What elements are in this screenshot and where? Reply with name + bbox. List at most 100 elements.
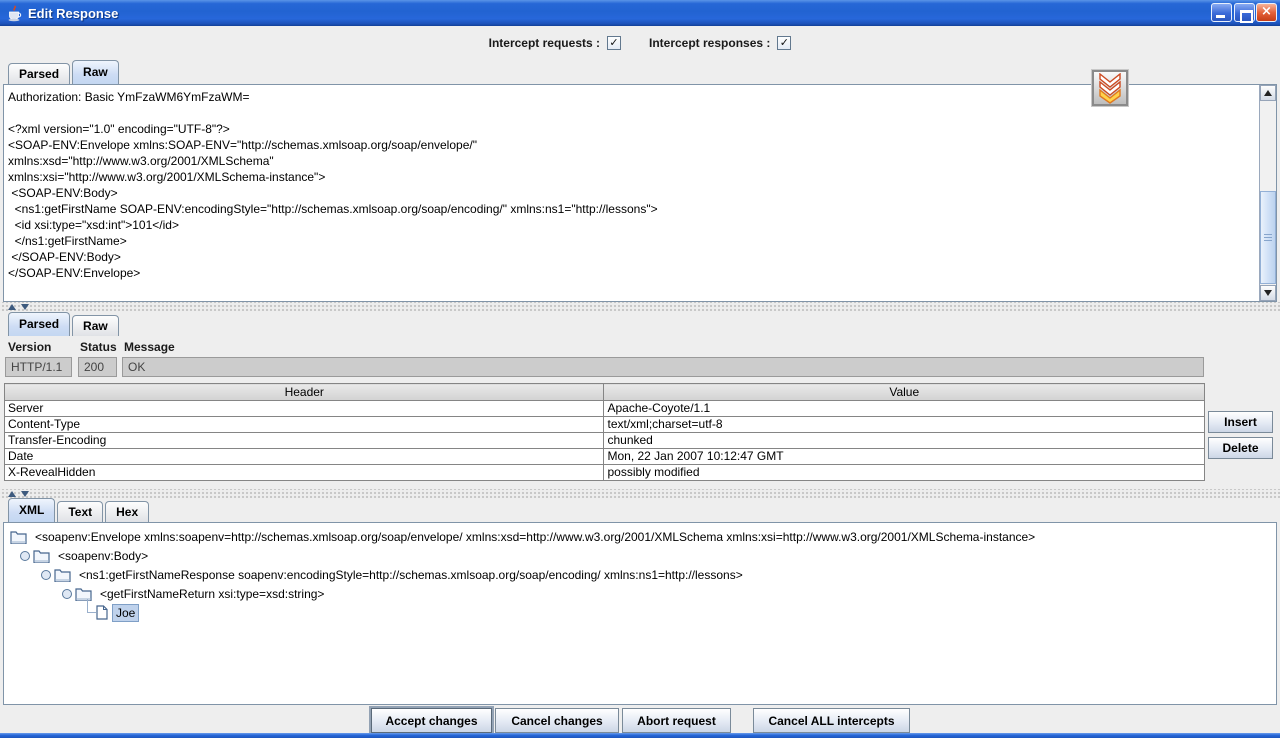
scroll-up-icon[interactable]	[1260, 85, 1276, 101]
table-row: Server Apache-Coyote/1.1	[5, 401, 1205, 417]
raw-line: <SOAP-ENV:Envelope xmlns:SOAP-ENV="http:…	[8, 137, 1258, 153]
folder-icon	[33, 549, 50, 563]
raw-request-textarea[interactable]: Authorization: Basic YmFzaWM6YmFzaWM= <?…	[4, 85, 1258, 301]
raw-line: <?xml version="1.0" encoding="UTF-8"?>	[8, 121, 1258, 137]
scrollbar-thumb[interactable]	[1260, 191, 1276, 284]
tab-response-raw[interactable]: Raw	[72, 315, 119, 336]
collapse-down-icon[interactable]	[21, 304, 29, 310]
request-raw-panel: Authorization: Basic YmFzaWM6YmFzaWM= <?…	[3, 84, 1277, 302]
status-field: 200	[78, 357, 117, 377]
response-tab-bar: Parsed Raw	[0, 312, 1280, 336]
accept-changes-button[interactable]: Accept changes	[371, 708, 492, 733]
insert-button[interactable]: Insert	[1208, 411, 1273, 433]
collapse-up-icon[interactable]	[8, 491, 16, 497]
value-cell[interactable]: Mon, 22 Jan 2007 10:12:47 GMT	[604, 449, 1205, 465]
intercept-responses-label: Intercept responses :	[649, 36, 770, 50]
vertical-scrollbar[interactable]	[1259, 85, 1276, 301]
value-cell[interactable]: Apache-Coyote/1.1	[604, 401, 1205, 417]
headers-table: Header Value Server Apache-Coyote/1.1 Co…	[4, 383, 1205, 481]
intercept-requests-checkbox[interactable]: ✓	[607, 36, 621, 50]
tab-request-raw[interactable]: Raw	[72, 60, 119, 84]
header-cell[interactable]: Server	[5, 401, 604, 417]
minimize-button[interactable]	[1211, 3, 1232, 22]
triple-chevron-icon	[1098, 73, 1122, 104]
split-divider[interactable]	[0, 302, 1280, 311]
raw-line: <ns1:getFirstName SOAP-ENV:encodingStyle…	[8, 201, 1258, 217]
raw-line: xmlns:xsi="http://www.w3.org/2001/XMLSch…	[8, 169, 1258, 185]
tree-connector	[80, 603, 96, 622]
checkmark-icon: ✓	[780, 37, 789, 49]
scroll-down-icon[interactable]	[1260, 285, 1276, 301]
restore-button[interactable]	[1234, 3, 1255, 22]
header-cell[interactable]: Content-Type	[5, 417, 604, 433]
split-divider[interactable]	[0, 489, 1280, 498]
tree-node-label[interactable]: <soapenv:Body>	[54, 547, 152, 565]
intercept-requests-label: Intercept requests :	[489, 36, 600, 50]
raw-line	[8, 105, 1258, 121]
version-field: HTTP/1.1	[5, 357, 72, 377]
tree-node-label[interactable]: <ns1:getFirstNameResponse soapenv:encodi…	[75, 566, 747, 584]
document-icon	[96, 605, 108, 620]
cancel-changes-button[interactable]: Cancel changes	[495, 708, 619, 733]
collapse-up-icon[interactable]	[8, 304, 16, 310]
tree-expand-handle[interactable]	[38, 565, 54, 584]
tree-node-label[interactable]: <soapenv:Envelope xmlns:soapenv=http://s…	[31, 528, 1039, 546]
tab-text[interactable]: Text	[57, 501, 103, 522]
intercept-toolbar: Intercept requests : ✓ Intercept respons…	[0, 33, 1280, 53]
abort-request-button[interactable]: Abort request	[622, 708, 731, 733]
header-cell[interactable]: Date	[5, 449, 604, 465]
value-cell[interactable]: text/xml;charset=utf-8	[604, 417, 1205, 433]
tree-row: <soapenv:Body>	[4, 546, 1276, 565]
tree-row: <ns1:getFirstNameResponse soapenv:encodi…	[4, 565, 1276, 584]
column-header[interactable]: Value	[604, 384, 1205, 401]
raw-line: </SOAP-ENV:Envelope>	[8, 265, 1258, 281]
tab-hex[interactable]: Hex	[105, 501, 149, 522]
value-cell[interactable]: possibly modified	[604, 465, 1205, 481]
status-label: Status	[80, 340, 117, 354]
tree-node-label[interactable]: <getFirstNameReturn xsi:type=xsd:string>	[96, 585, 328, 603]
tree-row: <soapenv:Envelope xmlns:soapenv=http://s…	[4, 527, 1276, 546]
webscarab-intercept-icon[interactable]	[1092, 70, 1128, 106]
window-bottom-border	[0, 733, 1280, 738]
close-button[interactable]: ×	[1256, 3, 1277, 22]
java-cup-icon	[6, 5, 23, 22]
tab-response-parsed[interactable]: Parsed	[8, 312, 70, 336]
collapse-down-icon[interactable]	[21, 491, 29, 497]
tree-expand-handle[interactable]	[59, 584, 75, 603]
version-label: Version	[8, 340, 51, 354]
table-row: Content-Type text/xml;charset=utf-8	[5, 417, 1205, 433]
checkmark-icon: ✓	[609, 37, 618, 49]
table-header-row: Header Value	[5, 384, 1205, 401]
folder-icon	[10, 530, 27, 544]
delete-button[interactable]: Delete	[1208, 437, 1273, 459]
column-header[interactable]: Header	[5, 384, 604, 401]
raw-line: xmlns:xsd="http://www.w3.org/2001/XMLSch…	[8, 153, 1258, 169]
tree-node-label[interactable]: Joe	[112, 604, 139, 622]
raw-line: </SOAP-ENV:Body>	[8, 249, 1258, 265]
tree-row: Joe	[4, 603, 1276, 622]
content-tab-bar: XML Text Hex	[0, 498, 1280, 522]
tree-expand-handle[interactable]	[17, 546, 33, 565]
title-bar: Edit Response	[0, 0, 1280, 26]
table-row: X-RevealHidden possibly modified	[5, 465, 1205, 481]
header-cell[interactable]: Transfer-Encoding	[5, 433, 604, 449]
header-cell[interactable]: X-RevealHidden	[5, 465, 604, 481]
xml-tree-panel: <soapenv:Envelope xmlns:soapenv=http://s…	[3, 522, 1277, 705]
folder-icon	[54, 568, 71, 582]
raw-line: <id xsi:type="xsd:int">101</id>	[8, 217, 1258, 233]
tab-request-parsed[interactable]: Parsed	[8, 63, 70, 84]
tree-row: <getFirstNameReturn xsi:type=xsd:string>	[4, 584, 1276, 603]
request-tab-bar: Parsed Raw	[0, 60, 1280, 84]
tab-xml[interactable]: XML	[8, 498, 55, 522]
raw-line: <SOAP-ENV:Body>	[8, 185, 1258, 201]
cancel-all-intercepts-button[interactable]: Cancel ALL intercepts	[753, 708, 910, 733]
value-cell[interactable]: chunked	[604, 433, 1205, 449]
intercept-responses-checkbox[interactable]: ✓	[777, 36, 791, 50]
window-title: Edit Response	[28, 6, 118, 21]
table-row: Date Mon, 22 Jan 2007 10:12:47 GMT	[5, 449, 1205, 465]
raw-line: Authorization: Basic YmFzaWM6YmFzaWM=	[8, 89, 1258, 105]
message-label: Message	[124, 340, 175, 354]
table-row: Transfer-Encoding chunked	[5, 433, 1205, 449]
raw-line: </ns1:getFirstName>	[8, 233, 1258, 249]
message-field: OK	[122, 357, 1204, 377]
